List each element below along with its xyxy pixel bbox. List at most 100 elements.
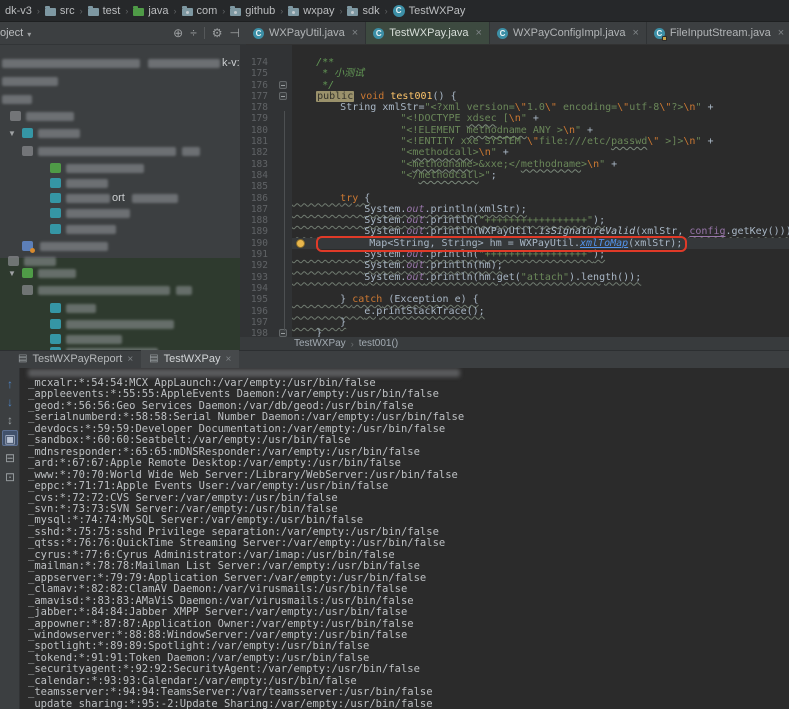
panel-header-icons: ⊕ ÷ ⚙ ⊣ [173,27,240,39]
line-number[interactable]: 175 [240,68,292,79]
tree-expand-arrow-icon[interactable]: ▼ [8,129,16,138]
censored-text-blob [66,164,144,173]
tree-row[interactable] [0,177,240,191]
project-tree-panel[interactable]: k-v: ▼ ort ▼ [0,45,240,350]
code-line[interactable]: "<!ELEMENT methodname ANY >\n" + [292,125,789,136]
code-line[interactable]: String xmlStr="<?xml version=\"1.0\" enc… [292,102,789,113]
breadcrumb-item-testwxpay[interactable]: CTestWXPay [390,5,469,17]
editor-tab-wxpayutil-java[interactable]: CWXPayUtil.java× [246,22,366,44]
code-line[interactable]: "<methodname>&xxe;</methodname>\n" + [292,159,789,170]
close-tab-icon[interactable]: × [225,354,231,365]
code-line[interactable]: Map<String, String> hm = WXPayUtil.xmlTo… [292,238,789,249]
tree-row[interactable] [0,162,240,176]
editor-tab-fileinputstream-java[interactable]: CFileInputStream.java× [647,22,789,44]
code-line[interactable]: public void test001() { [292,91,789,102]
code-line[interactable]: } [292,328,789,337]
chevron-down-icon[interactable]: ▾ [27,30,31,39]
blue-folder-icon [22,241,33,251]
breadcrumb-item-src[interactable]: src [42,5,78,17]
close-tab-icon[interactable]: × [632,27,638,39]
console-pin-icon[interactable]: ▣ [2,430,18,446]
console-tab-testwxpay[interactable]: ▤TestWXPay× [141,350,239,368]
editor-tab-testwxpay-java[interactable]: CTestWXPay.java× [366,22,490,44]
tree-row[interactable] [0,75,240,89]
tree-row[interactable] [0,302,240,316]
tree-row[interactable] [0,240,240,254]
settings-gear-icon[interactable]: ⚙ [212,27,223,39]
tree-expand-arrow-icon[interactable]: ▼ [8,269,16,278]
breadcrumb-item-java[interactable]: java [130,5,171,17]
tree-row[interactable] [0,93,240,107]
tree-row[interactable] [0,207,240,221]
code-line[interactable]: System.out.println(hm.get("attach").leng… [292,272,789,283]
line-number[interactable]: 176 [240,80,292,91]
breadcrumb-item-dk-v3[interactable]: dk-v3 [2,5,35,17]
code-token: public [316,91,354,102]
editor-breadcrumb-item[interactable]: test001() [359,338,398,349]
code-line[interactable] [292,181,789,192]
code-line[interactable] [292,283,789,294]
fold-marker-icon[interactable] [279,81,287,89]
console-sort-icon[interactable]: ↕ [2,412,18,428]
tree-row[interactable] [0,223,240,237]
breadcrumb-item-github[interactable]: github [227,5,278,17]
code-line[interactable]: } [292,317,789,328]
code-line[interactable]: */ [292,80,789,91]
editor-tab-wxpayconfigimpl-java[interactable]: CWXPayConfigImpl.java× [490,22,647,44]
fold-marker-icon[interactable] [279,92,287,100]
console-tab-testwxpayreport[interactable]: ▤TestWXPayReport× [10,350,141,368]
collapse-all-icon[interactable]: ÷ [190,27,197,39]
code-line[interactable]: try { [292,193,789,204]
tree-row[interactable]: ort [0,192,240,206]
editor-pane[interactable]: 1741751761771781791801811821831841851861… [240,45,789,350]
locate-icon[interactable]: ⊕ [173,27,183,39]
code-line[interactable]: "<!DOCTYPE xdsec [\n" + [292,113,789,124]
close-tab-icon[interactable]: × [352,27,358,39]
teal-folder-icon [50,193,61,203]
code-line[interactable]: * 小测试 [292,68,789,79]
console-collapse-icon[interactable]: ⊟ [2,450,18,466]
breadcrumb-label: sdk [362,5,379,17]
line-number[interactable]: 177 [240,91,292,102]
intention-bulb-icon[interactable] [296,239,305,248]
tree-row[interactable]: ▼ [0,267,240,281]
ide-window: dk-v3›src›test›java›com›github›wxpay›sdk… [0,0,789,709]
console-expand-icon[interactable]: ⊡ [2,469,18,485]
code-line[interactable]: "</methodcall>"; [292,170,789,181]
tree-row[interactable] [0,145,240,159]
code-token: ?> [671,102,683,113]
tree-row[interactable] [0,110,240,124]
close-tab-icon[interactable]: × [778,27,784,39]
close-tab-icon[interactable]: × [476,27,482,39]
tree-row[interactable]: ▼ [0,127,240,141]
censored-text-blob [2,77,58,86]
line-number[interactable]: 174 [240,57,292,68]
code-line[interactable]: "<methodcall>\n" + [292,147,789,158]
gray-folder-icon [22,285,33,295]
breadcrumb-item-wxpay[interactable]: wxpay [285,5,337,17]
close-tab-icon[interactable]: × [127,354,133,365]
project-panel-title[interactable]: oject [0,27,23,39]
console-down-icon[interactable]: ↓ [2,394,18,410]
breadcrumb-item-sdk[interactable]: sdk [344,5,382,17]
code-token: System. [364,272,406,283]
code-line[interactable]: "<!ENTITY xxe SYSTEM \"file:///etc/passw… [292,136,789,147]
fold-marker-icon[interactable] [279,329,287,337]
hide-panel-icon[interactable]: ⊣ [230,27,240,39]
console-up-icon[interactable]: ↑ [2,376,18,392]
tree-row[interactable] [0,318,240,332]
code-line[interactable]: System.out.println("+++++++++++++++++"); [292,215,789,226]
editor-breadcrumb-item[interactable]: TestWXPay [294,338,346,349]
breadcrumb-label: com [197,5,218,17]
breadcrumb-item-com[interactable]: com [179,5,221,17]
code-line[interactable]: System.out.println(hm); [292,260,789,271]
tree-row[interactable] [0,284,240,298]
code-line[interactable]: e.printStackTrace(); [292,306,789,317]
code-line[interactable]: System.out.println(xmlStr); [292,204,789,215]
tree-row[interactable] [0,333,240,347]
code-line[interactable]: } catch (Exception e) { [292,294,789,305]
tree-row[interactable]: k-v: [0,57,240,71]
code-area[interactable]: /** * 小测试 */ public void test001() { Str… [292,45,789,337]
code-line[interactable]: /** [292,57,789,68]
breadcrumb-item-test[interactable]: test [85,5,124,17]
